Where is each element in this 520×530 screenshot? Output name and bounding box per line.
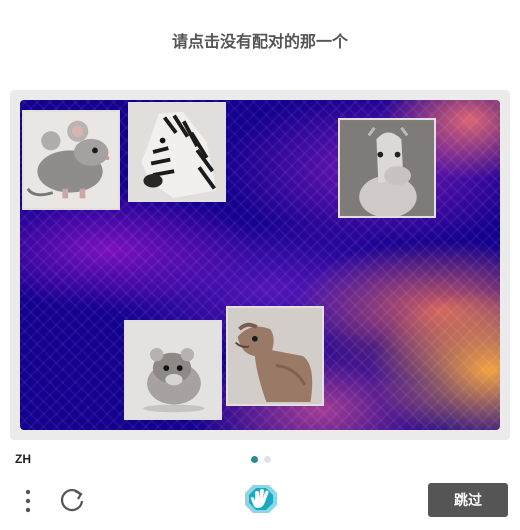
- zebra-photo-icon: [130, 104, 224, 200]
- page-dot-active: [251, 456, 258, 463]
- page-dot-inactive: [264, 456, 271, 463]
- language-selector[interactable]: ZH: [15, 452, 31, 466]
- hand-logo-icon: [245, 485, 277, 513]
- more-vertical-icon: [25, 489, 31, 513]
- refresh-button[interactable]: [58, 486, 86, 514]
- tile-zebra[interactable]: [128, 102, 226, 202]
- tile-hamster[interactable]: [124, 320, 222, 420]
- skip-button[interactable]: 跳过: [428, 483, 508, 517]
- challenge-prompt: 请点击没有配对的那一个: [171, 32, 348, 51]
- hcaptcha-logo: [244, 483, 278, 515]
- camel-photo-icon: [340, 120, 434, 216]
- tile-mouse[interactable]: [22, 110, 120, 210]
- page-indicator: [251, 456, 271, 463]
- tile-camel-2[interactable]: [226, 306, 324, 406]
- mouse-photo-icon: [24, 112, 118, 208]
- hamster-photo-icon: [126, 322, 220, 418]
- refresh-icon: [60, 488, 84, 512]
- menu-button[interactable]: [18, 487, 38, 515]
- tile-camel-1[interactable]: [338, 118, 436, 218]
- camel-photo-icon: [228, 308, 322, 404]
